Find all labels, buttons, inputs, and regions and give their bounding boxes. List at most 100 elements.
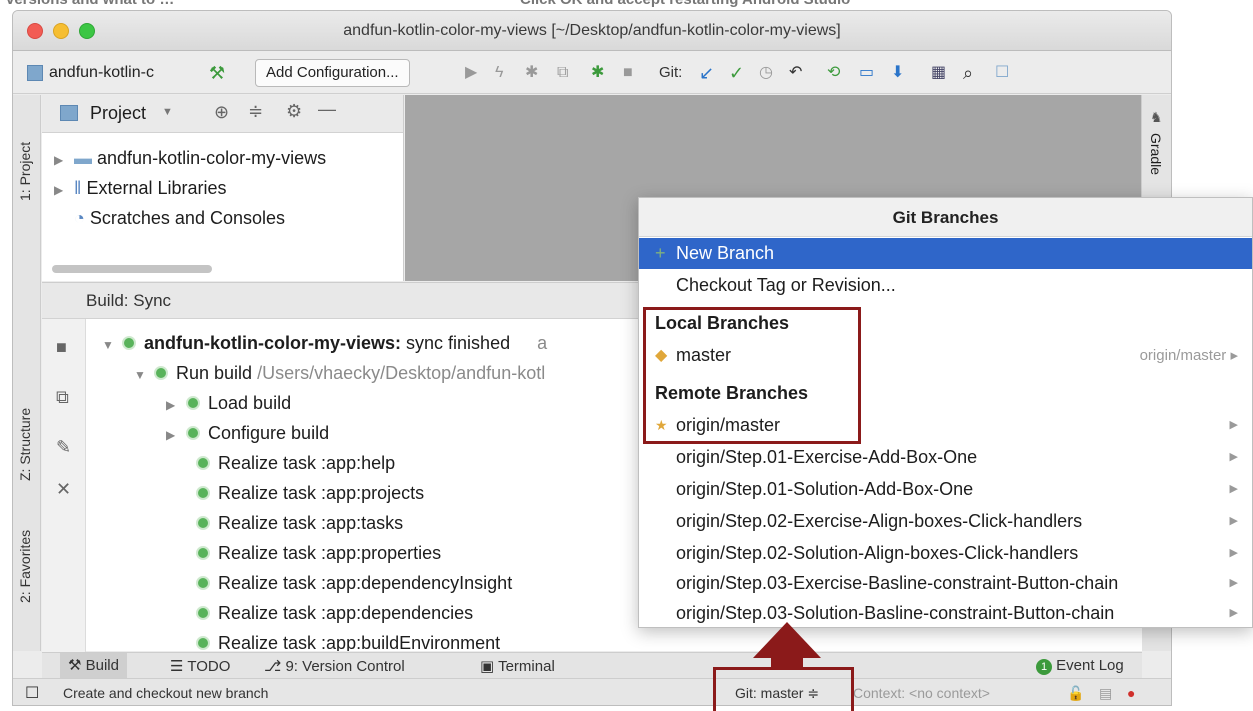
tab-structure[interactable]: Z: Structure [17,408,33,481]
tree-item-external-libraries[interactable]: ▶ ‖ External Libraries [54,175,227,201]
expand-arrow-icon[interactable]: ▶ [166,391,186,420]
new-branch-label: New Branch [676,243,775,263]
project-view-selector[interactable]: Project [90,103,146,124]
branch-item-remote[interactable]: origin/Step.02-Exercise-Align-boxes-Clic… [639,506,1252,537]
toggle-tool-windows-icon[interactable]: ☐ [25,683,39,703]
expand-arrow-icon[interactable]: ▶ [54,147,74,173]
build-task-row[interactable]: Realize task :app:properties [196,539,441,568]
apply-changes-icon[interactable]: ϟ [495,60,503,86]
collapse-all-icon[interactable]: ≑ [248,101,263,122]
build-task-label: Realize task :app:dependencies [218,603,474,623]
build-task-row[interactable]: ▶ Load build [166,389,291,418]
project-selector[interactable]: andfun-kotlin-c [27,60,154,86]
tab-todo[interactable]: ☰ TODO [170,657,230,675]
folder-icon: ▬ [74,148,92,168]
project-selector-label: andfun-kotlin-c [49,64,154,81]
bleed-text-right: Click OK and accept restarting Android S… [520,0,850,8]
branch-item-remote[interactable]: origin/Step.03-Exercise-Basline-constrai… [639,568,1252,599]
annotation-highlight-branches [643,307,861,444]
branch-item-remote[interactable]: origin/Step.01-Solution-Add-Box-One ▶ [639,474,1252,505]
project-structure-icon[interactable]: ▦ [931,60,946,86]
tree-item-scratches[interactable]: ◔ Scratches and Consoles [74,205,285,231]
git-history-icon[interactable]: ◷ [759,60,773,86]
expand-arrow-icon[interactable]: ▶ [166,421,186,450]
pin-icon[interactable]: ✎ [56,437,71,458]
stop-build-icon[interactable]: ■ [56,337,67,358]
profile-icon[interactable]: ⧉ [557,60,568,86]
build-task-row[interactable]: Realize task :app:tasks [196,509,403,538]
checkout-tag-item[interactable]: Checkout Tag or Revision... [639,270,1252,301]
tree-item-label: andfun-kotlin-color-my-views [97,148,327,168]
build-run-row[interactable]: ▼ Run build /Users/vhaecky/Desktop/andfun… [134,359,545,388]
lock-icon[interactable]: 🔓 [1067,685,1084,702]
new-branch-item[interactable]: + New Branch [639,238,1252,269]
project-view-icon [60,105,78,121]
branch-item-remote[interactable]: origin/Step.01-Exercise-Add-Box-One ▶ [639,442,1252,473]
tab-build-label: Build [85,657,119,674]
build-task-row[interactable]: Realize task :app:buildEnvironment [196,629,500,651]
tab-project[interactable]: 1: Project [17,142,33,201]
build-sync-tab[interactable]: Build: Sync [86,291,171,311]
build-task-row[interactable]: ▶ Configure build [166,419,329,448]
tool-window-bar: ⚒ Build ☰ TODO ⎇ 9: Version Control ▣ Te… [42,652,1142,679]
search-icon[interactable]: ⌕ [963,60,973,86]
gear-icon[interactable]: ⚙ [286,101,302,122]
tree-item-label: Scratches and Consoles [89,208,285,228]
bleed-text-left: versions and what to … [6,0,174,8]
hammer-icon[interactable]: ⚒ [209,60,225,86]
git-revert-icon[interactable]: ↶ [789,60,802,86]
tab-favorites[interactable]: 2: Favorites [17,530,33,603]
memory-indicator-icon[interactable]: ▤ [1099,685,1112,702]
add-configuration-button[interactable]: Add Configuration... [255,59,410,87]
chevron-down-icon[interactable]: ▼ [162,106,173,118]
run-icon[interactable]: ▶ [465,60,477,86]
tab-build[interactable]: ⚒ Build [60,653,127,679]
module-icon [27,65,43,81]
hide-panel-icon[interactable]: — [318,99,336,120]
debug-icon[interactable]: ✱ [525,60,538,86]
git-toolbar-label: Git: [659,64,683,81]
stop-icon[interactable]: ■ [623,60,633,86]
build-task-label: Load build [208,393,292,413]
git-update-icon[interactable]: ↙ [699,60,714,86]
build-root-status: sync finished [406,333,511,353]
avd-manager-icon[interactable]: ▭ [859,60,874,86]
locate-target-icon[interactable]: ⊕ [214,102,229,123]
build-task-row[interactable]: Realize task :app:projects [196,479,424,508]
user-icon[interactable]: ☐ [995,60,1009,86]
tab-event-log[interactable]: 1 Event Log [1036,657,1124,675]
tab-version-control[interactable]: ⎇ 9: Version Control [264,657,405,675]
build-task-row[interactable]: Realize task :app:dependencies [196,599,473,628]
context-widget[interactable]: Context: <no context> [853,685,990,701]
git-commit-icon[interactable]: ✓ [729,60,744,86]
expand-arrow-icon[interactable]: ▼ [134,361,154,390]
annotation-arrow-stem [771,656,803,670]
build-root-row[interactable]: ▼ andfun-kotlin-color-my-views: sync fini… [102,329,547,358]
sync-gradle-icon[interactable]: ⟲ [827,60,840,86]
filter-icon[interactable]: ⧉ [56,387,69,408]
build-run-path: /Users/vhaecky/Desktop/andfun-kotl [257,363,546,383]
tracking-branch: origin/master ▸ [1139,347,1238,364]
build-task-row[interactable]: Realize task :app:dependencyInsight [196,569,512,598]
branch-item-remote[interactable]: origin/Step.02-Solution-Align-boxes-Clic… [639,538,1252,569]
sdk-manager-icon[interactable]: ⬇ [891,60,904,86]
error-icon[interactable]: ● [1127,685,1135,701]
expand-arrow-icon[interactable]: ▶ [54,177,74,203]
tree-item-project[interactable]: ▶ ▬ andfun-kotlin-color-my-views [54,145,326,171]
build-root-title: andfun-kotlin-color-my-views: [144,333,402,353]
build-task-label: Configure build [208,423,330,443]
build-task-row[interactable]: Realize task :app:help [196,449,395,478]
success-icon [186,426,200,440]
attach-debugger-icon[interactable]: ✱ [591,60,604,86]
tab-gradle[interactable]: Gradle [1148,133,1164,175]
background-page-text: versions and what to … Click OK and acce… [0,0,1253,10]
branch-label: origin/Step.01-Exercise-Add-Box-One [676,447,978,467]
close-icon[interactable]: ✕ [56,479,71,500]
project-tool-window: Project ▼ ⊕ ≑ ⚙ — ▶ ▬ andfun-kotlin-color… [42,95,404,281]
tab-terminal[interactable]: ▣ Terminal [480,657,555,675]
build-task-label: Realize task :app:buildEnvironment [218,633,501,651]
build-task-label: Realize task :app:tasks [218,513,404,533]
horizontal-scrollbar[interactable] [52,265,212,273]
expand-arrow-icon[interactable]: ▼ [102,331,122,360]
branch-item-remote[interactable]: origin/Step.03-Solution-Basline-constrai… [639,598,1252,629]
